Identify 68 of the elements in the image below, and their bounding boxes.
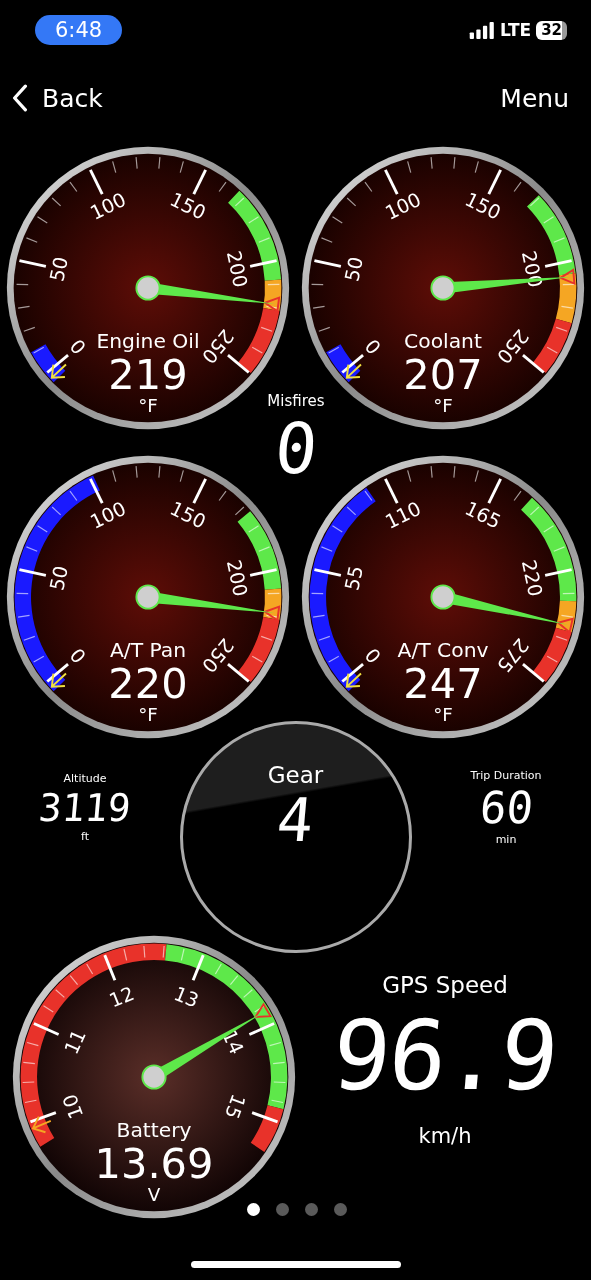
scale-label: 220 [516,557,547,599]
scale-label: 50 [340,254,368,284]
scale-label: 100 [381,187,425,225]
scale-label: 0 [360,334,387,359]
min-marker-icon [345,672,362,688]
altitude-value: 3119 [37,788,133,827]
scale-label: 0 [65,334,92,359]
needle-hub [141,1064,167,1090]
page-dot[interactable] [275,1203,289,1216]
gps-speed-value: 96.9 [329,1008,561,1104]
scale-label: 150 [461,187,505,225]
peak-marker-icon [253,1002,273,1019]
altitude-unit: ft [81,829,89,843]
scale-label: 165 [461,496,505,534]
network-label: LTE [499,20,532,40]
scale-label: 150 [166,187,210,225]
min-marker-icon [345,363,362,379]
page-dot[interactable] [304,1203,318,1216]
peak-marker-icon [262,296,281,313]
scale-label: 100 [86,187,130,225]
min-marker-icon [31,1115,52,1134]
scale-label: 110 [381,496,425,534]
scale-label: 200 [221,557,252,599]
misfires-label: Misfires [267,392,325,410]
trip-duration-unit: min [495,832,517,846]
gps-speed-unit: km/h [418,1124,472,1148]
misfires-value: 0 [271,414,321,484]
gear-label: Gear [267,762,324,788]
scale-label: 100 [86,496,130,534]
scale-label: 200 [221,248,252,290]
scale-label: 200 [516,248,547,290]
scale-label: 50 [45,563,73,593]
scale-label: 55 [340,563,368,593]
scale-label: 15 [219,1090,250,1122]
status-time: 6:48 [35,15,123,45]
back-button[interactable]: Back [12,83,103,113]
signal-icon [468,21,495,39]
page-dot[interactable] [333,1203,347,1216]
scale-label: 11 [59,1026,91,1058]
peak-marker-icon [558,268,576,285]
scale-label: 13 [170,981,202,1013]
gauge-unit: °F [138,394,158,416]
needle-hub [430,584,456,610]
scale-label: 10 [58,1090,89,1122]
gauge-zone [326,344,361,383]
battery-indicator: 32 [536,20,567,40]
peak-marker-icon [556,617,574,635]
page-dot[interactable] [246,1203,260,1216]
peak-marker-icon [262,605,281,622]
scale-label: 14 [217,1026,249,1058]
gauge-title: Engine Oil [96,328,200,353]
menu-button[interactable]: Menu [500,83,569,113]
min-marker-icon [50,672,67,688]
gear-value: 4 [274,790,317,850]
scale-label: 0 [65,643,92,668]
scale-label: 50 [45,254,73,284]
trip-duration-label: Trip Duration [470,768,542,782]
gauge-zone [31,344,66,383]
gauge-unit: V [147,1183,161,1205]
trip-duration-value: 60 [477,785,535,830]
altitude-label: Altitude [63,771,107,785]
gps-speed-label: GPS Speed [382,972,508,998]
gauge-title: Battery [116,1117,192,1142]
scale-label: 150 [166,496,210,534]
chevron-left-icon [12,84,28,112]
scale-label: 0 [360,643,387,668]
min-marker-icon [50,363,67,379]
scale-label: 12 [106,981,138,1013]
